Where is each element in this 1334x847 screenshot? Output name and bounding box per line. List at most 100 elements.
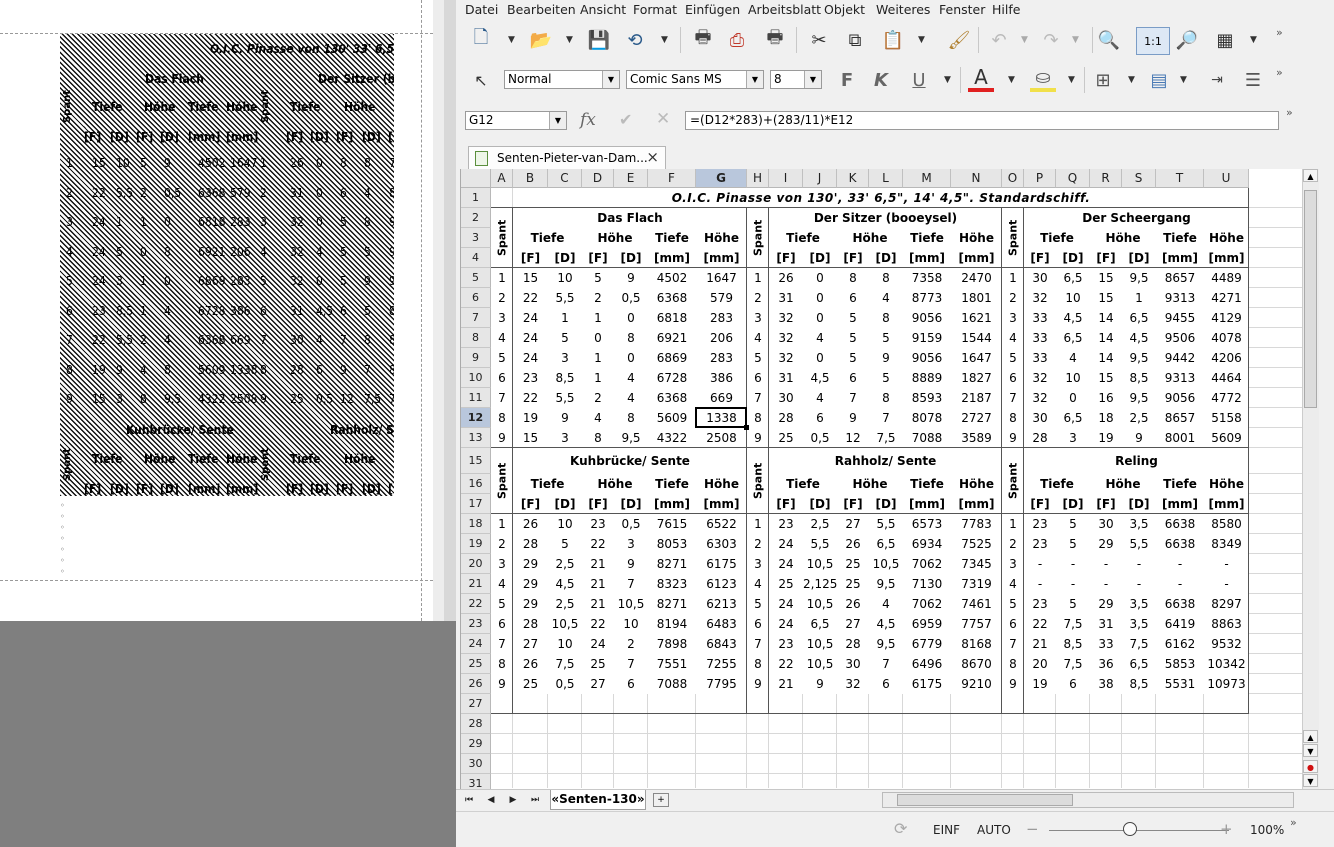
chevron-down-icon[interactable]: ▼ <box>1180 75 1187 85</box>
column-header-n[interactable]: N <box>951 169 1002 188</box>
menu-item-8[interactable]: Fenster <box>939 2 985 17</box>
column-header-m[interactable]: M <box>903 169 951 188</box>
column-header-q[interactable]: Q <box>1056 169 1090 188</box>
row-header-16[interactable]: 16 <box>461 474 491 494</box>
chevron-down-icon[interactable]: ▼ <box>1072 35 1079 45</box>
bold-button[interactable]: F <box>834 67 860 93</box>
chevron-down-icon[interactable]: ▼ <box>918 35 925 45</box>
prev-sheet-icon[interactable]: ◀ <box>482 793 500 808</box>
row-header-27[interactable]: 27 <box>461 694 491 714</box>
zoom-icon[interactable]: 🔎 <box>1174 27 1200 53</box>
view-layout-icon[interactable]: ▦ <box>1212 27 1238 53</box>
save-icon[interactable]: 💾 <box>586 27 612 53</box>
column-header-b[interactable]: B <box>513 169 548 188</box>
menu-item-7[interactable]: Weiteres <box>876 2 930 17</box>
find-icon[interactable]: 🔍 <box>1096 27 1122 53</box>
close-icon[interactable]: × <box>646 148 659 166</box>
spreadsheet-grid[interactable]: ABCDEFGHIJKLMNOPQRSTU 1 2 3 4 5 6 7 8 9 10 11 12 13 1… <box>460 169 1303 789</box>
chevron-down-icon[interactable]: ▼ <box>1128 75 1135 85</box>
column-header-a[interactable]: A <box>491 169 513 188</box>
row-header-11[interactable]: 11 <box>461 388 491 408</box>
row-header-30[interactable]: 30 <box>461 754 491 774</box>
cell-area[interactable]: O.I.C. Pinasse von 130', 33' 6,5", 14' 4… <box>491 188 1303 788</box>
toolbar-overflow-icon[interactable]: » <box>1276 66 1283 79</box>
italic-button[interactable]: K <box>868 67 894 93</box>
column-header-k[interactable]: K <box>837 169 869 188</box>
chevron-down-icon[interactable]: ▼ <box>944 75 951 85</box>
chevron-down-icon[interactable]: ▼ <box>1008 75 1015 85</box>
zoom-out-button[interactable]: − <box>1026 820 1039 838</box>
align-left-icon[interactable]: ☰ <box>1240 67 1266 93</box>
column-header-j[interactable]: J <box>803 169 837 188</box>
row-header-21[interactable]: 21 <box>461 574 491 594</box>
chevron-down-icon[interactable]: ▼ <box>508 35 515 45</box>
row-header-6[interactable]: 6 <box>461 288 491 308</box>
chevron-down-icon[interactable]: ▼ <box>602 71 619 88</box>
record-dot-icon[interactable]: ● <box>1303 760 1318 773</box>
next-sheet-icon[interactable]: ▶ <box>504 793 522 808</box>
formula-expand-icon[interactable]: » <box>1286 106 1293 119</box>
open-folder-icon[interactable]: 📂 <box>528 27 554 53</box>
selected-cell-g12[interactable] <box>695 407 747 428</box>
function-wizard-icon[interactable]: fx <box>580 110 596 130</box>
save-remote-icon[interactable]: ⟲ <box>622 27 648 53</box>
menu-item-9[interactable]: Hilfe <box>992 2 1020 17</box>
paste-icon[interactable]: 📋 <box>880 27 906 53</box>
insert-mode[interactable]: EINF <box>933 823 960 837</box>
zoom-level[interactable]: 100% <box>1250 823 1284 837</box>
chevron-down-icon[interactable]: ▼ <box>1250 35 1257 45</box>
borders-icon[interactable]: ⊞ <box>1090 67 1116 93</box>
name-box[interactable]: G12 ▼ <box>465 111 567 130</box>
row-header-19[interactable]: 19 <box>461 534 491 554</box>
copy-icon[interactable]: ⧉ <box>842 27 868 53</box>
column-header-d[interactable]: D <box>582 169 614 188</box>
new-document-icon[interactable]: 🗋 <box>468 27 494 53</box>
column-header-u[interactable]: U <box>1204 169 1249 188</box>
accept-icon[interactable]: ✔ <box>619 110 632 129</box>
row-header-5[interactable]: 5 <box>461 268 491 288</box>
add-sheet-icon[interactable]: + <box>653 793 669 807</box>
scrollbar-thumb[interactable] <box>1304 190 1317 408</box>
zoom-slider[interactable] <box>1049 830 1229 831</box>
row-header-7[interactable]: 7 <box>461 308 491 328</box>
first-sheet-icon[interactable]: ⏮ <box>460 793 478 808</box>
cancel-icon[interactable]: ✕ <box>656 109 670 129</box>
row-header-2[interactable]: 2 <box>461 208 491 228</box>
formula-input[interactable]: =(D12*283)+(283/11)*E12 <box>685 111 1279 130</box>
zoom-slider-knob[interactable] <box>1123 822 1137 836</box>
toolbar-overflow-icon[interactable]: » <box>1276 26 1283 39</box>
paragraph-style-combo[interactable]: Normal ▼ <box>504 70 620 89</box>
row-header-15[interactable]: 15 <box>461 448 491 474</box>
vertical-align-icon[interactable]: ⇥ <box>1204 67 1230 93</box>
zoom-in-button[interactable]: + <box>1220 820 1233 838</box>
column-header-h[interactable]: H <box>747 169 769 188</box>
row-header-20[interactable]: 20 <box>461 554 491 574</box>
chevron-down-icon[interactable]: ▼ <box>746 71 763 88</box>
select-pointer-icon[interactable]: ↖ <box>468 67 494 93</box>
zoom-100-button[interactable]: 1:1 <box>1136 27 1170 55</box>
undo-icon[interactable]: ↶ <box>986 27 1012 53</box>
chevron-down-icon[interactable]: ▼ <box>1068 75 1075 85</box>
row-header-4[interactable]: 4 <box>461 248 491 268</box>
menu-item-0[interactable]: Datei <box>465 2 498 17</box>
row-header-22[interactable]: 22 <box>461 594 491 614</box>
menu-item-3[interactable]: Format <box>633 2 677 17</box>
column-header-g[interactable]: G <box>696 169 747 188</box>
row-header-13[interactable]: 13 <box>461 428 491 448</box>
font-size-combo[interactable]: 8 ▼ <box>770 70 822 89</box>
row-header-24[interactable]: 24 <box>461 634 491 654</box>
chevron-down-icon[interactable]: ▼ <box>566 35 573 45</box>
column-header-l[interactable]: L <box>869 169 903 188</box>
column-header-f[interactable]: F <box>648 169 696 188</box>
selection-mode[interactable]: AUTO <box>977 823 1011 837</box>
underline-button[interactable]: U <box>906 67 932 93</box>
select-all-corner[interactable] <box>461 169 491 188</box>
row-header-10[interactable]: 10 <box>461 368 491 388</box>
menu-item-2[interactable]: Ansicht <box>580 2 626 17</box>
clone-formatting-icon[interactable]: 🖌 <box>946 27 972 53</box>
print-preview-icon[interactable]: 🖶 <box>762 27 788 53</box>
column-header-s[interactable]: S <box>1122 169 1156 188</box>
column-header-c[interactable]: C <box>548 169 582 188</box>
scroll-up-icon[interactable]: ▲ <box>1303 169 1318 182</box>
menu-item-5[interactable]: Arbeitsblatt <box>748 2 821 17</box>
